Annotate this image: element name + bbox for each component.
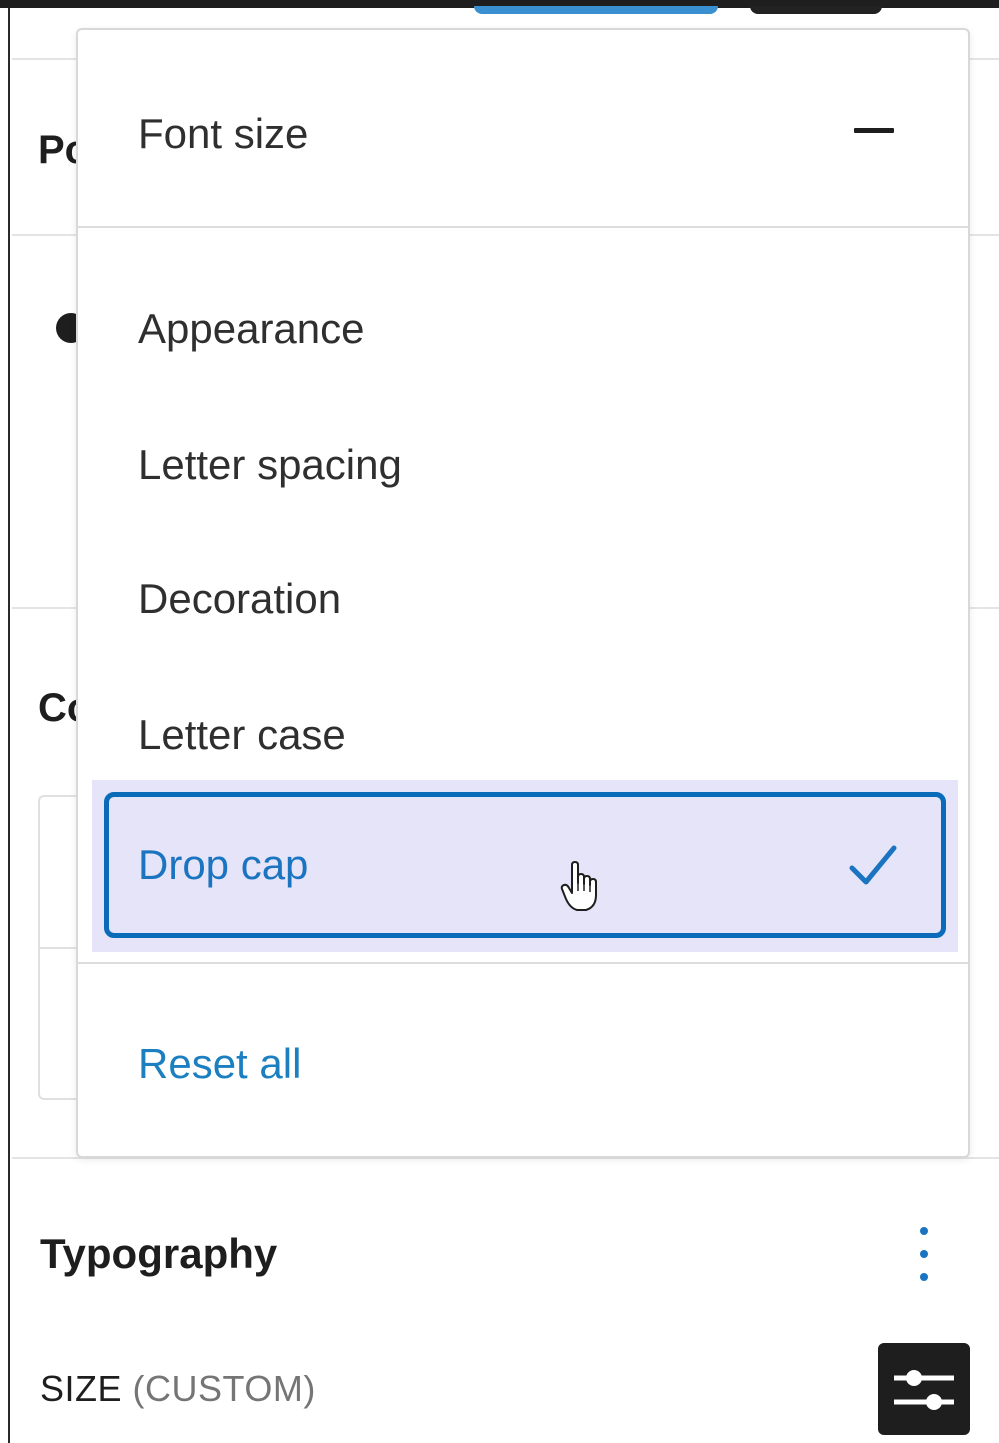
menu-divider xyxy=(78,226,968,228)
menu-item-decoration[interactable]: Decoration xyxy=(138,575,341,623)
kebab-menu-icon[interactable] xyxy=(908,1225,940,1283)
menu-item-letter-case[interactable]: Letter case xyxy=(138,711,346,759)
window-left-border xyxy=(0,0,10,1443)
sliders-icon xyxy=(894,1370,954,1410)
reset-all-button[interactable]: Reset all xyxy=(138,1040,301,1088)
typography-title: Typography xyxy=(40,1230,278,1277)
menu-item-drop-cap-label: Drop cap xyxy=(138,841,309,888)
top-primary-button[interactable] xyxy=(474,6,718,14)
top-dark-button[interactable] xyxy=(750,6,882,14)
size-mode-text: (CUSTOM) xyxy=(132,1368,316,1409)
menu-item-appearance[interactable]: Appearance xyxy=(138,305,365,353)
typography-options-popover: Font size Appearance Letter spacing Deco… xyxy=(76,28,970,1158)
menu-item-font-size[interactable]: Font size xyxy=(138,110,308,158)
menu-divider xyxy=(78,962,968,964)
hand-pointer-icon xyxy=(560,861,597,911)
minus-icon[interactable] xyxy=(854,128,894,133)
size-label-text: SIZE xyxy=(40,1368,123,1409)
menu-item-letter-spacing[interactable]: Letter spacing xyxy=(138,441,402,489)
custom-size-toggle-button[interactable] xyxy=(878,1343,970,1435)
check-icon xyxy=(849,845,897,885)
font-size-label: SIZE (CUSTOM) xyxy=(40,1368,316,1410)
